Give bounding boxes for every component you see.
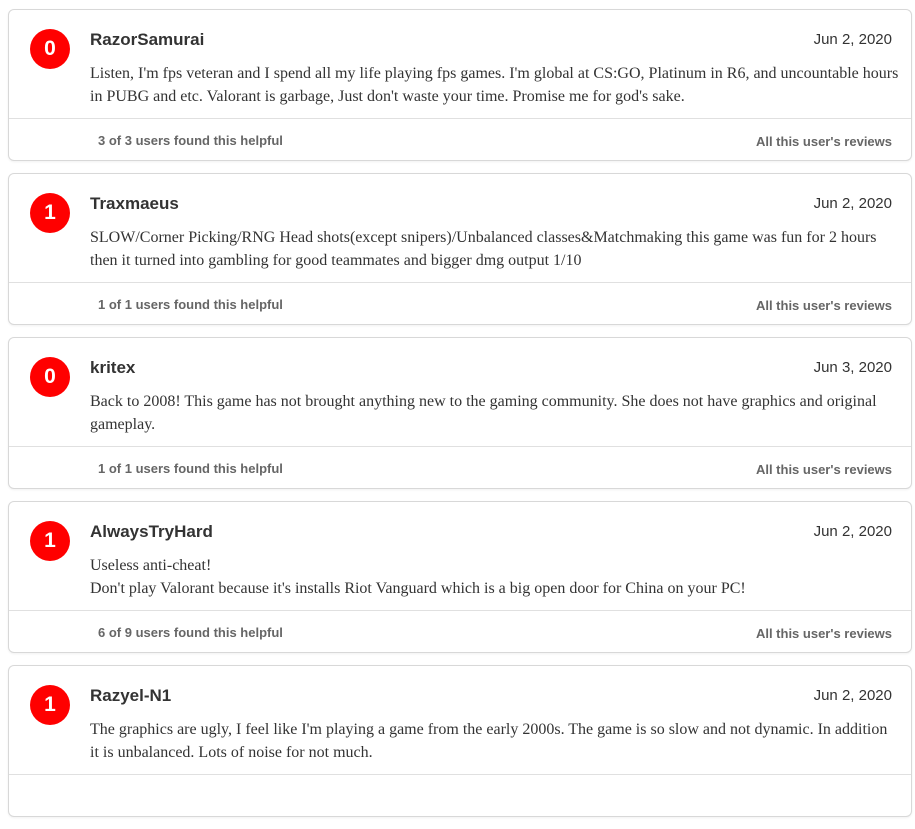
review-date: Jun 2, 2020 [813,195,892,212]
helpful-count: 3 of 3 users found this helpful [98,133,283,148]
score-badge: 1 [30,193,70,233]
review-body: The graphics are ugly, I feel like I'm p… [90,721,888,761]
review-date: Jun 2, 2020 [813,687,892,704]
review-card: 1 AlwaysTryHard Jun 2, 2020 Useless anti… [8,501,912,653]
review-author[interactable]: RazorSamurai [90,30,204,50]
divider [9,282,911,283]
review-date: Jun 2, 2020 [813,31,892,48]
score-badge: 0 [30,29,70,69]
review-author[interactable]: Razyel-N1 [90,686,171,706]
score-badge: 1 [30,521,70,561]
all-user-reviews-link[interactable]: All this user's reviews [756,626,892,641]
divider [9,446,911,447]
review-date: Jun 2, 2020 [813,523,892,540]
review-body: Useless anti-cheat! Don't play Valorant … [90,557,746,597]
helpful-count: 6 of 9 users found this helpful [98,625,283,640]
review-card: 0 RazorSamurai Jun 2, 2020 Listen, I'm f… [8,9,912,161]
score-badge: 1 [30,685,70,725]
score-badge: 0 [30,357,70,397]
review-author[interactable]: AlwaysTryHard [90,522,213,542]
helpful-count: 1 of 1 users found this helpful [98,461,283,476]
review-card: 1 Razyel-N1 Jun 2, 2020 The graphics are… [8,665,912,817]
review-author[interactable]: kritex [90,358,135,378]
review-card: 0 kritex Jun 3, 2020 Back to 2008! This … [8,337,912,489]
divider [9,774,911,775]
review-list: 0 RazorSamurai Jun 2, 2020 Listen, I'm f… [8,9,912,829]
review-body: Back to 2008! This game has not brought … [90,393,877,433]
review-body: Listen, I'm fps veteran and I spend all … [90,65,899,105]
all-user-reviews-link[interactable]: All this user's reviews [756,134,892,149]
helpful-count: 1 of 1 users found this helpful [98,297,283,312]
all-user-reviews-link[interactable]: All this user's reviews [756,298,892,313]
all-user-reviews-link[interactable]: All this user's reviews [756,462,892,477]
divider [9,118,911,119]
review-card: 1 Traxmaeus Jun 2, 2020 SLOW/Corner Pick… [8,173,912,325]
review-body: SLOW/Corner Picking/RNG Head shots(excep… [90,229,877,269]
review-author[interactable]: Traxmaeus [90,194,179,214]
review-date: Jun 3, 2020 [813,359,892,376]
divider [9,610,911,611]
